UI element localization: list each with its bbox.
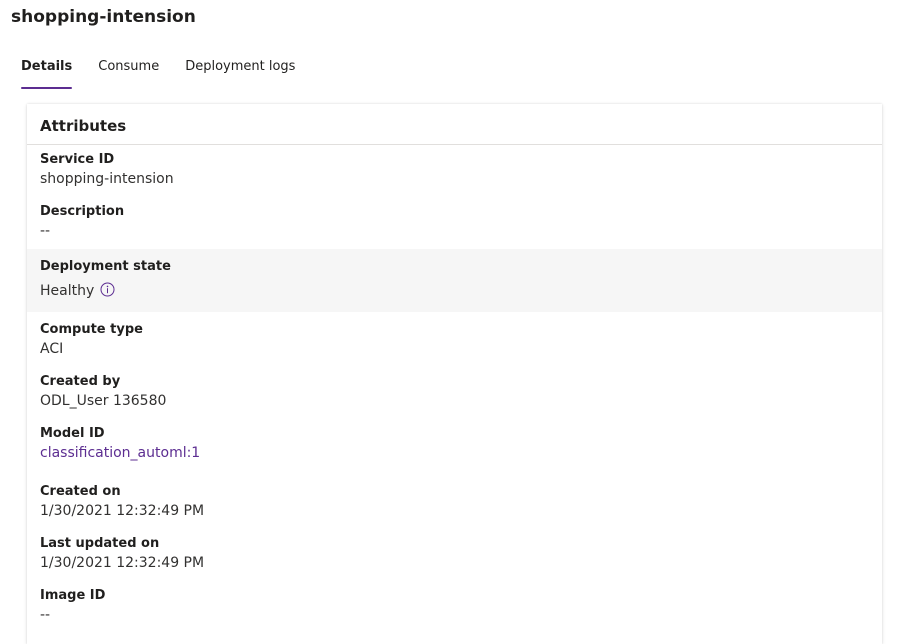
attribute-value: -- <box>40 607 51 623</box>
attribute-label: Last updated on <box>40 536 160 551</box>
deployment-state-row: Healthy <box>40 281 882 301</box>
tab-bar: Details Consume Deployment logs <box>12 56 312 90</box>
attribute-deployment-state: Deployment state Healthy <box>27 249 882 312</box>
attribute-value: ODL_User 136580 <box>40 393 167 409</box>
page-title: shopping-intension <box>11 7 196 27</box>
attribute-label: Created on <box>40 484 121 499</box>
attribute-label: Deployment state <box>40 259 171 274</box>
attribute-created-by: Created by ODL_User 136580 <box>27 364 882 416</box>
model-id-link[interactable]: classification_automl:1 <box>40 443 882 463</box>
attribute-last-updated-on: Last updated on 1/30/2021 12:32:49 PM <box>27 526 882 578</box>
attribute-label: Model ID <box>40 426 105 441</box>
attribute-value: shopping-intension <box>40 171 174 187</box>
attributes-card: Attributes Service ID shopping-intension… <box>27 104 882 644</box>
info-icon[interactable] <box>100 282 115 297</box>
tab-deployment-logs[interactable]: Deployment logs <box>176 56 304 90</box>
attribute-label: Description <box>40 204 125 219</box>
attribute-label: Created by <box>40 374 121 389</box>
attribute-model-id: Model ID classification_automl:1 <box>27 416 882 474</box>
card-title: Attributes <box>27 104 882 145</box>
attribute-value: Healthy <box>40 283 95 299</box>
attribute-compute-type: Compute type ACI <box>27 312 882 364</box>
attribute-image-id: Image ID -- <box>27 578 882 630</box>
attribute-label: Service ID <box>40 152 115 167</box>
attribute-description: Description -- <box>27 197 882 249</box>
attribute-value: 1/30/2021 12:32:49 PM <box>40 555 205 571</box>
tab-details[interactable]: Details <box>12 56 81 90</box>
attribute-label: Compute type <box>40 322 143 337</box>
attribute-value: ACI <box>40 341 64 357</box>
tab-consume[interactable]: Consume <box>89 56 168 90</box>
attribute-label: Image ID <box>40 588 106 603</box>
attribute-created-on: Created on 1/30/2021 12:32:49 PM <box>27 474 882 526</box>
attribute-value: 1/30/2021 12:32:49 PM <box>40 503 205 519</box>
attribute-service-id: Service ID shopping-intension <box>27 145 882 197</box>
attribute-value: -- <box>40 223 51 239</box>
